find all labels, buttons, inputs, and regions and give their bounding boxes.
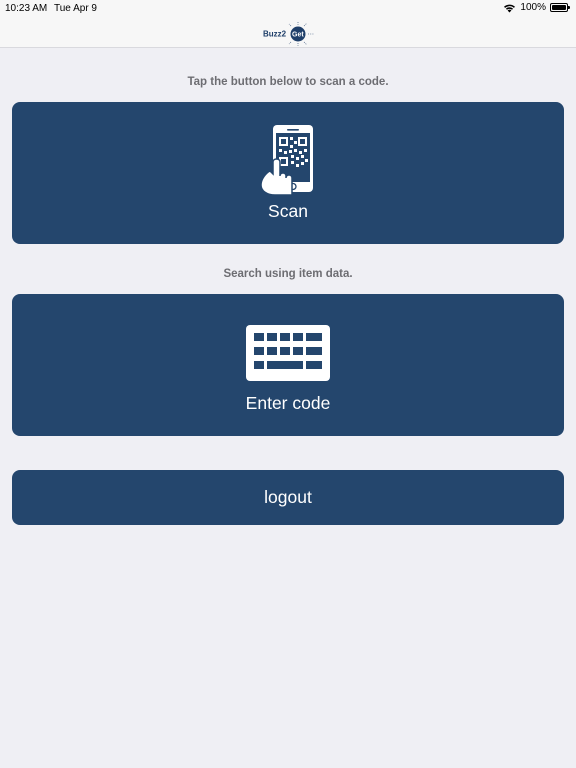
battery-fill (552, 5, 566, 10)
search-prompt: Search using item data. (223, 268, 353, 280)
status-bar: 10:23 AM Tue Apr 9 100% (0, 0, 576, 18)
buzz2get-logo: Buzz2 Get (263, 22, 314, 46)
logout-button-label: logout (264, 487, 312, 507)
battery-icon (550, 3, 570, 12)
keyboard-icon (246, 325, 330, 381)
logout-button[interactable]: logout (12, 470, 564, 525)
status-time: 10:23 AM (5, 3, 48, 14)
battery-percent: 100% (520, 2, 546, 13)
wifi-icon (504, 4, 516, 12)
status-right: 100% (503, 2, 570, 13)
scan-button[interactable]: Scan (12, 102, 564, 244)
logo-text-right: Get (292, 32, 304, 39)
qr-phone-icon (260, 125, 313, 196)
logo-text-left: Buzz2 (263, 30, 287, 39)
enter-code-button[interactable]: Enter code (12, 294, 564, 436)
scan-button-label: Scan (268, 201, 308, 221)
enter-code-button-label: Enter code (245, 393, 331, 413)
nav-bar: Buzz2 Get (0, 18, 576, 48)
status-date: Tue Apr 9 (54, 3, 97, 14)
scan-prompt: Tap the button below to scan a code. (187, 76, 389, 88)
